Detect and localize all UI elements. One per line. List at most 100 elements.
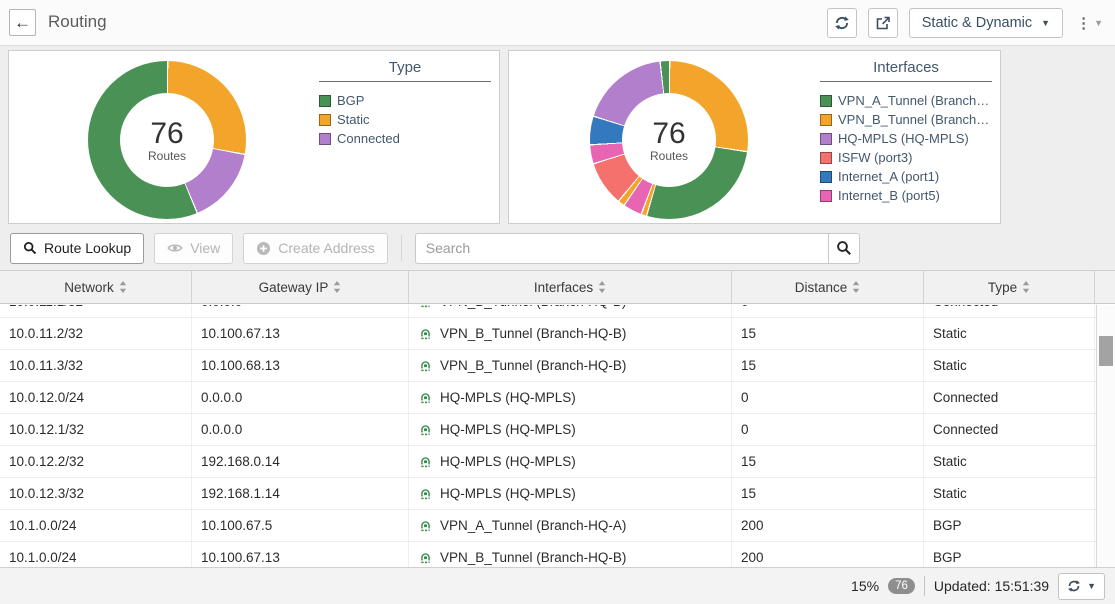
gateway-ip-cell: 192.168.0.14 [192,446,409,477]
interface-cell: VPN_B_Tunnel (Branch-HQ-B) [409,350,732,381]
interface-cell: VPN_B_Tunnel (Branch-HQ-B) [409,318,732,349]
table-row[interactable]: 10.0.11.2/3210.100.67.13VPN_B_Tunnel (Br… [0,318,1096,350]
legend-item[interactable]: Internet_B (port5) [820,186,992,205]
type-cell: BGP [924,542,1095,567]
search-button[interactable] [828,233,860,264]
column-label: Network [64,280,114,295]
route-count-badge: 76 [888,578,915,594]
legend-item[interactable]: HQ-MPLS (HQ-MPLS) [820,129,992,148]
gateway-ip-cell: 192.168.1.14 [192,478,409,509]
type-cell: Connected [924,305,1095,317]
table-row[interactable]: 10.0.12.0/240.0.0.0HQ-MPLS (HQ-MPLS)0Con… [0,382,1096,414]
legend-title: Interfaces [820,59,992,82]
interface-cell: VPN_B_Tunnel (Branch-HQ-B) [409,305,732,317]
legend-swatch-icon [820,171,832,183]
topbar-actions: Static & Dynamic ▼ ⋮ ▼ [827,8,1105,38]
legend-item[interactable]: Static [319,110,491,129]
scrollbar-thumb[interactable] [1099,336,1113,366]
donut-center: 76 Routes [622,93,716,187]
tunnel-interface-icon [418,486,433,501]
legend-item[interactable]: VPN_B_Tunnel (Branch-HQ-B) [820,110,992,129]
eye-icon [167,240,183,256]
legend-item[interactable]: Internet_A (port1) [820,167,992,186]
interface-cell: VPN_B_Tunnel (Branch-HQ-B) [409,542,732,567]
distance-cell: 0 [732,382,924,413]
route-view-mode-value: Static & Dynamic [922,15,1032,31]
widgets-area: 76 Routes Type BGPStatic Connected 76 Rou… [0,46,1115,270]
legend-swatch-icon [319,114,331,126]
view-button[interactable]: View [154,233,233,264]
refresh-icon [1067,579,1081,593]
network-cell: 10.0.12.1/32 [0,414,192,445]
table-row[interactable]: 10.1.0.0/2410.100.67.5VPN_A_Tunnel (Bran… [0,510,1096,542]
page-title: Routing [48,12,107,32]
back-button[interactable]: ← [9,9,36,36]
network-cell: 10.1.0.0/24 [0,510,192,541]
column-header-gateway-ip[interactable]: Gateway IP [192,271,409,303]
gateway-ip-cell: 10.100.68.13 [192,350,409,381]
more-options-menu[interactable]: ⋮ ▼ [1074,12,1105,34]
back-arrow-icon: ← [14,13,31,32]
routes-by-type-panel: 76 Routes Type BGPStatic Connected [8,50,500,224]
interface-name: VPN_B_Tunnel (Branch-HQ-B) [440,542,626,567]
header-filler [1095,271,1115,303]
type-legend: Type BGPStatic Connected [319,59,491,148]
table-body: 10.0.11.1/320.0.0.0VPN_B_Tunnel (Branch-… [0,305,1096,567]
legend-title: Type [319,59,491,82]
search-icon [836,240,852,256]
search-icon [23,241,37,255]
legend-item[interactable]: ISFW (port3) [820,148,992,167]
gateway-ip-cell: 0.0.0.0 [192,305,409,317]
column-header-distance[interactable]: Distance [732,271,924,303]
interfaces-legend: Interfaces VPN_A_Tunnel (Branch-HQ-A) VPN… [820,59,992,205]
top-bar: ← Routing Static & D [0,0,1115,46]
interfaces-donut-chart[interactable]: 76 Routes [590,61,748,219]
table-row[interactable]: 10.1.0.0/2410.100.67.13VPN_B_Tunnel (Bra… [0,542,1096,567]
refresh-button[interactable] [827,8,857,38]
column-header-interfaces[interactable]: Interfaces [409,271,732,303]
type-donut-chart[interactable]: 76 Routes [88,61,246,219]
sort-icon [1022,281,1030,293]
search-input[interactable] [415,233,828,264]
tunnel-interface-icon [418,305,433,309]
network-cell: 10.0.12.2/32 [0,446,192,477]
table-row[interactable]: 10.0.12.2/32192.168.0.14HQ-MPLS (HQ-MPLS… [0,446,1096,478]
type-cell: Static [924,478,1095,509]
network-cell: 10.0.12.0/24 [0,382,192,413]
legend-item[interactable]: BGP [319,91,491,110]
interface-name: HQ-MPLS (HQ-MPLS) [440,414,576,445]
routes-by-interface-panel: 76 Routes Interfaces VPN_A_Tunnel (Branc… [508,50,1001,224]
chevron-down-icon: ▼ [1094,18,1103,28]
column-header-type[interactable]: Type [924,271,1095,303]
legend-label: Connected [337,131,400,146]
interface-cell: HQ-MPLS (HQ-MPLS) [409,382,732,413]
legend-label: VPN_A_Tunnel (Branch-HQ-A) [838,93,992,108]
open-in-new-window-button[interactable] [868,8,898,38]
table-body-viewport: 10.0.11.1/320.0.0.0VPN_B_Tunnel (Branch-… [0,305,1096,567]
interface-cell: HQ-MPLS (HQ-MPLS) [409,446,732,477]
network-cell: 10.0.11.2/32 [0,318,192,349]
tunnel-interface-icon [418,358,433,373]
legend-items: BGPStatic Connected [319,91,491,148]
distance-cell: 15 [732,318,924,349]
table-scrollbar[interactable] [1096,305,1115,567]
legend-item[interactable]: VPN_A_Tunnel (Branch-HQ-A) [820,91,992,110]
table-row[interactable]: 10.0.12.1/320.0.0.0HQ-MPLS (HQ-MPLS)0Con… [0,414,1096,446]
column-header-network[interactable]: Network [0,271,192,303]
table-row[interactable]: 10.0.11.1/320.0.0.0VPN_B_Tunnel (Branch-… [0,305,1096,318]
updated-timestamp: Updated: 15:51:39 [934,578,1049,594]
chevron-down-icon: ▼ [1087,581,1096,591]
sort-icon [119,281,127,293]
interface-name: HQ-MPLS (HQ-MPLS) [440,382,576,413]
table-row[interactable]: 10.0.12.3/32192.168.1.14HQ-MPLS (HQ-MPLS… [0,478,1096,510]
route-view-mode-dropdown[interactable]: Static & Dynamic ▼ [909,8,1063,38]
gateway-ip-cell: 10.100.67.13 [192,542,409,567]
legend-item[interactable]: Connected [319,129,491,148]
column-label: Gateway IP [259,280,329,295]
tunnel-interface-icon [418,422,433,437]
route-lookup-button[interactable]: Route Lookup [10,233,144,264]
auto-refresh-dropdown[interactable]: ▼ [1058,573,1105,600]
create-address-button[interactable]: Create Address [243,233,388,264]
table-row[interactable]: 10.0.11.3/3210.100.68.13VPN_B_Tunnel (Br… [0,350,1096,382]
search-box [415,233,860,264]
